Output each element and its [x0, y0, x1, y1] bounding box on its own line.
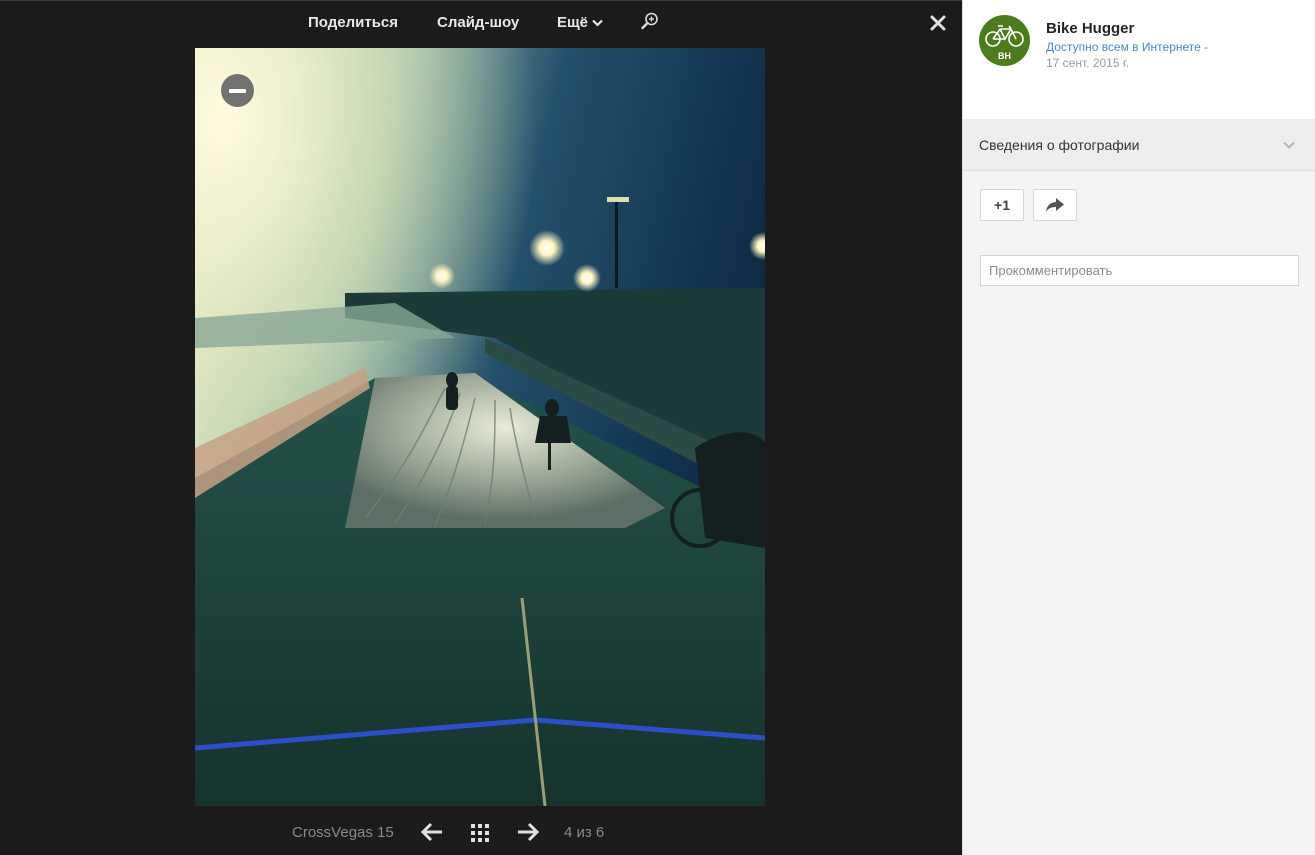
arrow-left-icon	[420, 822, 442, 842]
share-button[interactable]	[1033, 189, 1077, 221]
photo-details-label: Сведения о фотографии	[979, 137, 1140, 153]
avatar-initials: BH	[998, 51, 1011, 61]
viewer-toolbar: Поделиться Слайд-шоу Ещё	[0, 1, 962, 45]
close-viewer-button[interactable]	[928, 13, 948, 33]
share-menu-button[interactable]: Поделиться	[308, 14, 398, 31]
close-icon	[930, 15, 946, 31]
info-panel: BH Bike Hugger Доступно всем в Интернете…	[962, 0, 1315, 855]
share-arrow-icon	[1046, 198, 1064, 212]
photo-counter: 4 из 6	[564, 824, 605, 841]
zoom-in-icon	[641, 12, 658, 30]
photo-viewer: Поделиться Слайд-шоу Ещё CrossVegas 15 4…	[0, 0, 962, 855]
chevron-down-icon	[592, 19, 603, 27]
cyclocross-photo[interactable]	[195, 48, 765, 806]
arrow-right-icon	[518, 822, 540, 842]
visibility-link[interactable]: Доступно всем в Интернете -	[1046, 40, 1208, 54]
previous-photo-button[interactable]	[420, 821, 444, 843]
chevron-down-icon	[1283, 141, 1295, 149]
plus-one-button[interactable]: +1	[980, 189, 1024, 221]
grid-view-button[interactable]	[470, 823, 490, 843]
slideshow-button[interactable]: Слайд-шоу	[437, 14, 519, 31]
post-header: BH Bike Hugger Доступно всем в Интернете…	[963, 0, 1315, 119]
post-date: 17 сент. 2015 г.	[1046, 56, 1130, 70]
more-label: Ещё	[557, 14, 589, 31]
grid-icon	[471, 824, 489, 842]
comment-input[interactable]	[980, 255, 1299, 286]
bicycle-icon: BH	[985, 25, 1024, 61]
author-name[interactable]: Bike Hugger	[1046, 20, 1134, 37]
more-menu-button[interactable]: Ещё	[557, 14, 603, 31]
viewer-footer: CrossVegas 15 4 из 6	[0, 819, 962, 847]
avatar[interactable]: BH	[979, 15, 1030, 66]
remove-photo-button[interactable]	[221, 74, 254, 107]
photo-image	[195, 48, 765, 806]
minus-icon	[229, 88, 246, 93]
photo-details-toggle[interactable]: Сведения о фотографии	[963, 119, 1315, 171]
next-photo-button[interactable]	[516, 821, 540, 843]
zoom-in-button[interactable]	[640, 11, 660, 31]
album-title-link[interactable]: CrossVegas 15	[292, 824, 394, 841]
